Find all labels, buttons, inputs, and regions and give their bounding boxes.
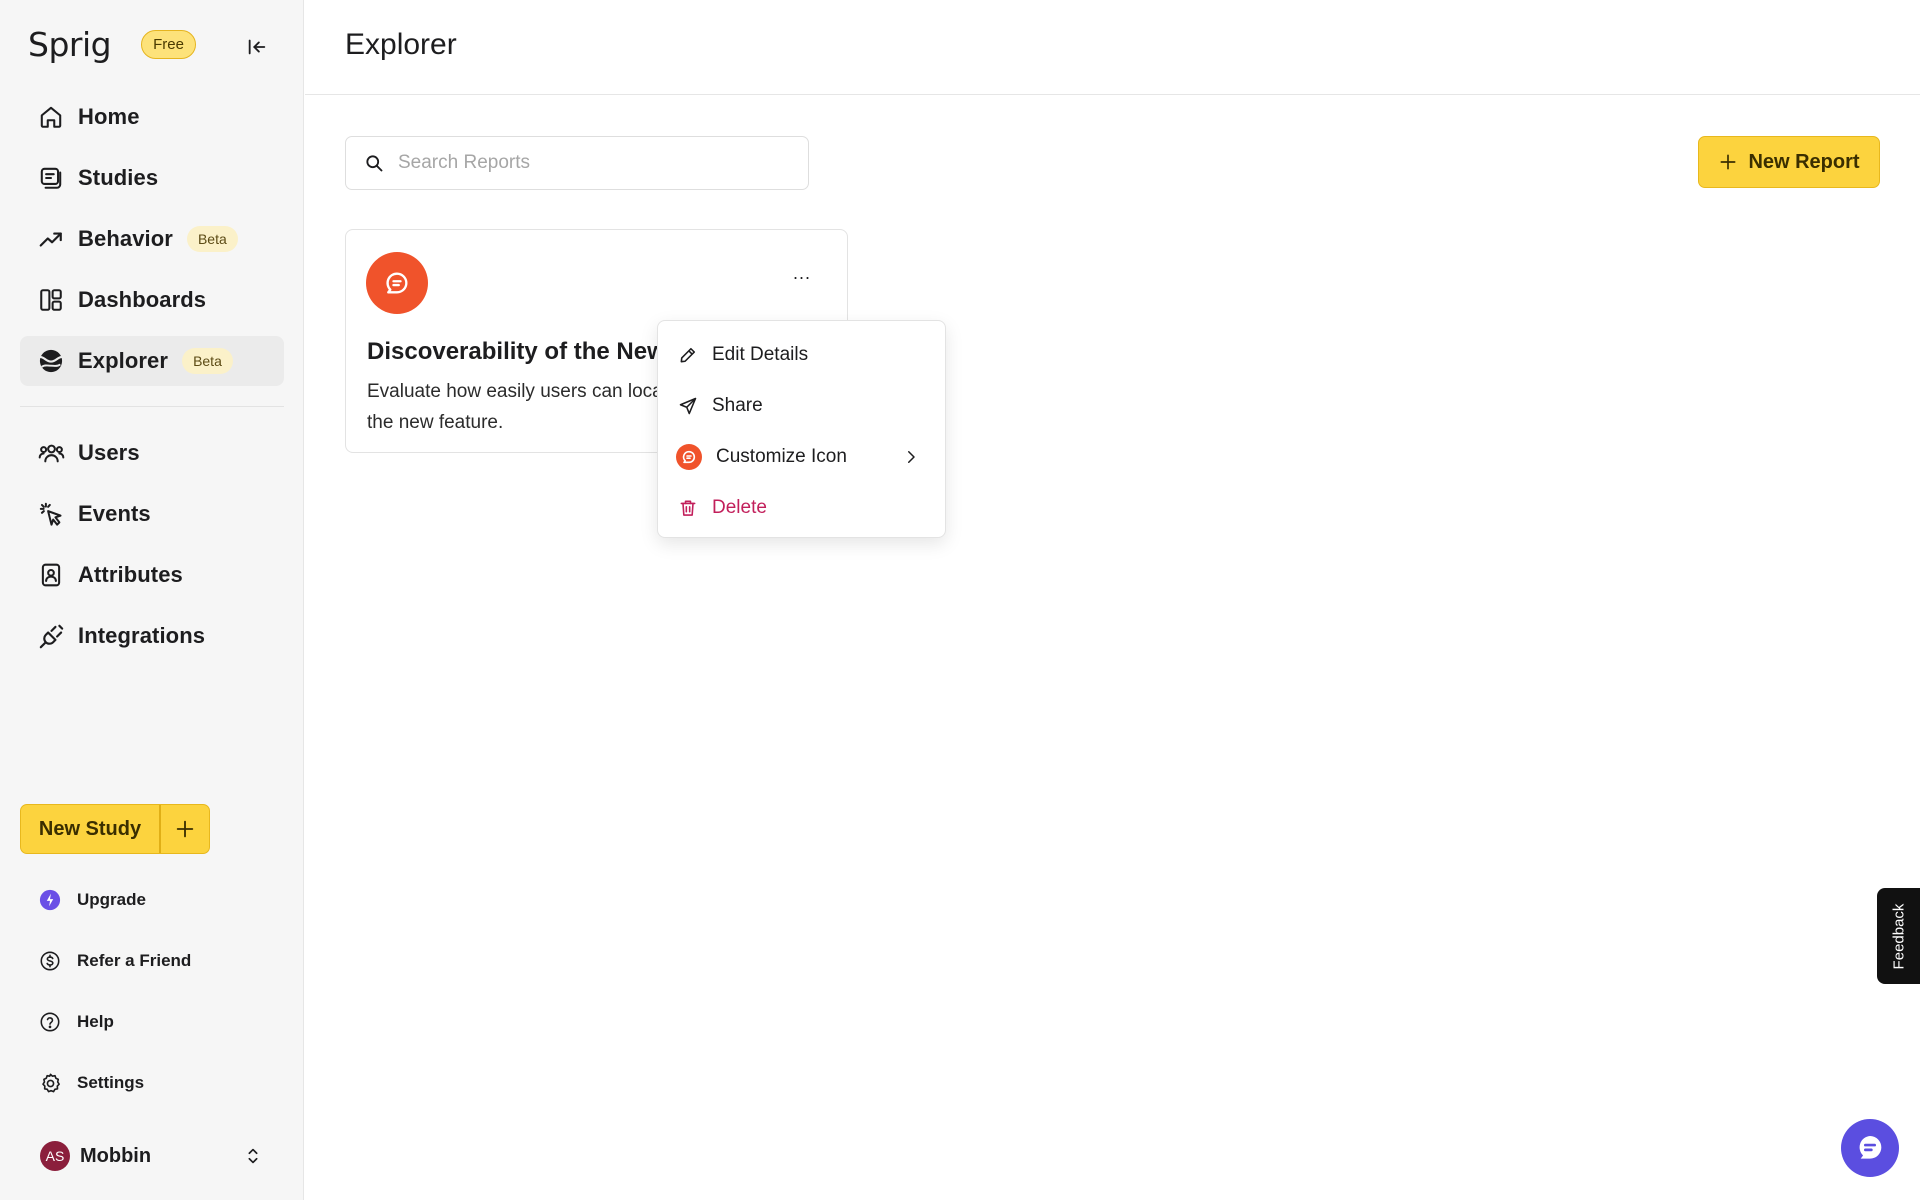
chat-support-button[interactable] xyxy=(1841,1119,1899,1177)
page-header: Explorer xyxy=(305,0,1920,95)
feedback-label: Feedback xyxy=(1890,903,1907,969)
beta-badge: Beta xyxy=(182,348,233,374)
plan-badge[interactable]: Free xyxy=(141,29,196,59)
gear-icon xyxy=(38,1071,62,1095)
sprig-logo[interactable]: Sprig xyxy=(28,25,112,64)
user-name: Mobbin xyxy=(80,1144,152,1167)
beta-badge: Beta xyxy=(186,226,238,252)
chevron-right-icon xyxy=(902,447,920,467)
help-icon xyxy=(38,1010,62,1034)
home-icon xyxy=(37,103,65,131)
brand: Sprig Free xyxy=(28,22,196,66)
nav-item-explorer[interactable]: Explorer Beta xyxy=(20,336,284,386)
chat-bubble-icon xyxy=(386,272,408,294)
send-icon xyxy=(679,397,697,415)
search-icon xyxy=(366,155,383,172)
chevron-up-down-icon xyxy=(242,1144,264,1168)
events-icon xyxy=(37,500,65,528)
studies-icon xyxy=(37,164,65,192)
nav-divider xyxy=(20,406,284,407)
menu-item-label: Edit Details xyxy=(712,344,809,365)
more-options-button[interactable]: ... xyxy=(782,256,822,290)
nav-item-users[interactable]: Users xyxy=(20,428,284,478)
plus-icon xyxy=(176,820,193,838)
nav-label: Integrations xyxy=(78,623,206,648)
nav-label: Explorer xyxy=(78,348,169,373)
nav-label: Attributes xyxy=(78,562,183,587)
users-icon xyxy=(37,439,65,467)
attributes-icon xyxy=(37,561,65,589)
trash-icon xyxy=(680,500,696,516)
nav-item-events[interactable]: Events xyxy=(20,489,284,539)
plus-icon xyxy=(1720,154,1736,170)
settings-link[interactable]: Settings xyxy=(20,1061,284,1105)
nav-item-behavior[interactable]: Behavior Beta xyxy=(20,214,284,264)
util-label: Refer a Friend xyxy=(77,951,192,970)
new-report-button[interactable]: New Report xyxy=(1698,136,1880,188)
util-label: Upgrade xyxy=(77,890,146,909)
menu-item-share[interactable]: Share xyxy=(658,382,944,430)
chat-bubble-icon xyxy=(676,444,702,470)
help-link[interactable]: Help xyxy=(20,1000,284,1044)
nav-label: Events xyxy=(78,501,151,526)
upgrade-link[interactable]: Upgrade xyxy=(20,878,284,922)
trend-icon xyxy=(37,225,65,253)
menu-item-label: Delete xyxy=(712,497,767,518)
dollar-icon xyxy=(38,949,62,973)
sidebar: Sprig Free Home Studies Behavior Beta Da… xyxy=(0,0,304,1200)
collapse-sidebar-button[interactable] xyxy=(242,32,272,62)
feedback-tab[interactable]: Feedback xyxy=(1877,888,1920,984)
nav-item-dashboards[interactable]: Dashboards xyxy=(20,275,284,325)
new-study-label: New Study xyxy=(38,817,142,840)
menu-item-label: Customize Icon xyxy=(716,446,847,467)
chat-icon xyxy=(1859,1136,1882,1159)
nav-label: Users xyxy=(78,440,140,465)
collapse-left-icon xyxy=(248,39,266,55)
search-box[interactable] xyxy=(345,136,809,190)
util-label: Settings xyxy=(77,1073,145,1092)
new-report-label: New Report xyxy=(1748,150,1860,173)
menu-item-edit-details[interactable]: Edit Details xyxy=(658,331,944,379)
report-icon xyxy=(366,252,428,314)
nav-item-integrations[interactable]: Integrations xyxy=(20,611,284,661)
nav-item-studies[interactable]: Studies xyxy=(20,153,284,203)
nav-label: Home xyxy=(78,104,140,129)
menu-item-label: Share xyxy=(712,395,763,416)
nav-label: Studies xyxy=(78,165,159,190)
search-input[interactable] xyxy=(396,151,780,175)
menu-item-delete[interactable]: Delete xyxy=(658,484,944,532)
dashboard-icon xyxy=(37,286,65,314)
more-icon: ... xyxy=(792,262,811,283)
upgrade-icon xyxy=(38,888,62,912)
page-title: Explorer xyxy=(345,28,457,61)
avatar: AS xyxy=(40,1141,70,1171)
menu-item-customize-icon[interactable]: Customize Icon xyxy=(658,433,944,481)
account-switcher[interactable]: AS Mobbin xyxy=(20,1134,284,1178)
new-study-plus-button[interactable] xyxy=(161,805,210,853)
report-context-menu: Edit Details Share Customize Icon Delete xyxy=(657,320,946,538)
pencil-icon xyxy=(680,347,696,363)
nav-label: Dashboards xyxy=(78,287,207,312)
plug-icon xyxy=(37,622,65,650)
refer-friend-link[interactable]: Refer a Friend xyxy=(20,939,284,983)
nav-item-home[interactable]: Home xyxy=(20,92,284,142)
nav-label: Behavior xyxy=(78,226,173,251)
nav-item-attributes[interactable]: Attributes xyxy=(20,550,284,600)
util-label: Help xyxy=(77,1012,114,1031)
new-study-button[interactable]: New Study xyxy=(20,804,210,854)
explorer-icon xyxy=(37,347,65,375)
